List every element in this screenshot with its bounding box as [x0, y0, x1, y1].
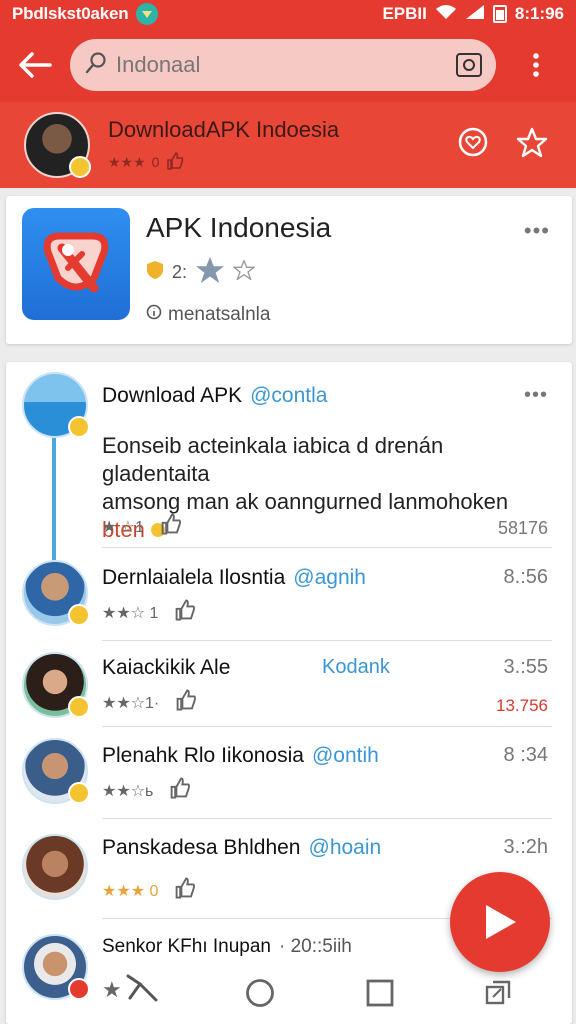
star-filled-icon — [195, 256, 225, 289]
developer-title: DownloadAPK Indoesia — [108, 116, 340, 142]
avatar[interactable] — [22, 834, 88, 900]
post-author[interactable]: Senkor KFhı Inupan · 20::5iih — [102, 936, 352, 958]
like-thumbs-up-icon[interactable] — [173, 688, 199, 717]
search-icon — [84, 51, 108, 80]
star-outline-icon — [232, 258, 256, 285]
battery-icon — [492, 5, 507, 23]
post-stars: ★★☆1· — [102, 694, 160, 712]
post-more-button[interactable]: ••• — [524, 384, 548, 407]
star-icon[interactable] — [516, 127, 548, 164]
developer-header[interactable]: DownloadAPK Indoesia ★★★ 0 — [0, 102, 576, 188]
app-subtitle: menatsalnla — [168, 304, 271, 325]
post-handle[interactable]: · 20::5iih — [279, 936, 352, 957]
overflow-menu-button[interactable] — [496, 52, 576, 78]
top-app-bar — [0, 28, 576, 102]
more-vert-icon — [533, 53, 539, 77]
post-author[interactable]: Kaiackikik Ale — [102, 656, 230, 680]
developer-avatar — [24, 112, 91, 178]
app-info-card[interactable]: APK Indonesia 2: menatsalnla ••• — [6, 196, 572, 344]
back-button[interactable] — [0, 28, 70, 102]
like-thumbs-up-icon[interactable] — [158, 512, 184, 541]
app-rating: 2: — [146, 256, 256, 289]
post-time: 8 :34 — [503, 744, 548, 766]
post-author[interactable]: Panskadesa Bhldhen @hoain — [102, 836, 381, 860]
post-rating: ★★★ 0 — [102, 876, 198, 905]
info-icon — [146, 304, 162, 326]
post-body-line-1: Eonseib acteinkala iabica d drenán glade… — [102, 433, 444, 486]
back-arrow-icon — [19, 52, 52, 78]
vpn-icon — [136, 3, 159, 25]
post-rating: ★★☆ь — [102, 776, 193, 805]
avatar[interactable] — [22, 372, 90, 438]
post-rating: ★★☆1· — [102, 688, 199, 717]
emoji-badge-icon — [68, 604, 90, 626]
favorite-heart-icon[interactable] — [458, 127, 488, 164]
post-stars: ★★★ 0 — [102, 882, 159, 900]
camera-search-icon[interactable] — [456, 53, 482, 77]
post-author[interactable]: Dernlaialela Ilosntia @agnih — [102, 566, 366, 590]
post-handle[interactable]: Kodank — [322, 656, 390, 679]
emoji-badge-icon — [68, 416, 90, 438]
header-rating-number: 0 — [151, 154, 160, 170]
emoji-badge-icon — [68, 782, 90, 804]
avatar[interactable] — [22, 560, 90, 626]
avatar[interactable] — [22, 738, 90, 804]
shield-badge-icon — [146, 260, 164, 285]
system-nav-bar — [0, 966, 576, 1024]
emoji-badge-icon — [68, 696, 90, 718]
signal-icon — [465, 4, 485, 25]
clock: 8:1:96 — [514, 4, 564, 23]
divider — [102, 547, 552, 548]
post-author[interactable]: Plenahk Rlo Iikonosia @ontih — [102, 744, 379, 768]
post-accent-count: 13.756 — [496, 696, 548, 715]
post-stars: ★★☆ 1 — [102, 604, 159, 622]
screenshot-icon[interactable] — [484, 979, 512, 1012]
status-indicators: EPBII — [382, 4, 427, 23]
divider — [102, 640, 552, 641]
status-bar: Pbdlskst0aken EPBII 8:1:96 — [0, 0, 576, 28]
app-subtitle-row: menatsalnla — [146, 304, 270, 326]
header-rating-stars: ★★★ — [108, 153, 146, 170]
post-rating: ★ ☆1 — [102, 512, 184, 541]
like-thumbs-up-icon[interactable] — [172, 598, 198, 627]
carrier-label: Pbdlskst0aken — [12, 4, 129, 23]
play-icon — [486, 905, 516, 939]
recents-square-icon[interactable] — [365, 978, 395, 1013]
search-bar[interactable] — [70, 39, 496, 91]
post-handle[interactable]: @ontih — [312, 744, 379, 767]
post-rating: ★★☆ 1 — [102, 598, 198, 627]
app-icon[interactable] — [22, 208, 130, 320]
thumbs-up-icon — [165, 151, 185, 174]
divider — [102, 818, 552, 819]
search-input[interactable] — [116, 52, 456, 78]
post-count: 58176 — [497, 518, 548, 538]
post-stars: ★★☆ь — [102, 782, 154, 800]
play-fab-button[interactable] — [450, 872, 550, 972]
post-stars: ★ ☆1 — [102, 518, 145, 536]
post-handle[interactable]: @hoain — [309, 836, 382, 859]
post-time: 3.:2h — [503, 836, 548, 858]
post-handle[interactable]: @contla — [250, 384, 327, 407]
home-circle-icon[interactable] — [244, 977, 276, 1014]
avatar[interactable] — [22, 652, 90, 718]
post-author[interactable]: Download APK @contla — [102, 384, 327, 408]
wifi-icon — [435, 4, 457, 25]
post-time: 8.:56 — [503, 566, 548, 588]
app-rating-number: 2: — [172, 262, 188, 282]
app-name: APK Indonesia — [146, 212, 332, 243]
emoji-badge-icon — [69, 156, 91, 178]
like-thumbs-up-icon[interactable] — [172, 876, 198, 905]
divider — [102, 726, 552, 727]
app-more-button[interactable]: ••• — [524, 218, 550, 244]
post-handle[interactable]: @agnih — [293, 566, 366, 589]
post-time: 3.:55 — [503, 656, 548, 678]
like-thumbs-up-icon[interactable] — [167, 776, 193, 805]
